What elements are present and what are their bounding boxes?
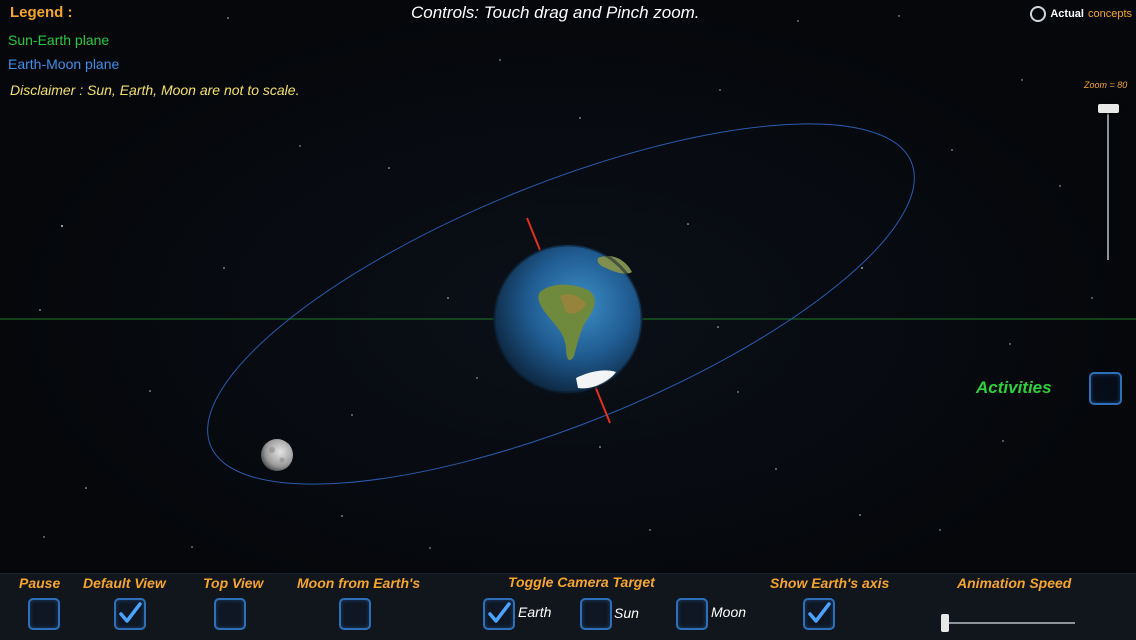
default-view-label: Default View <box>83 575 166 591</box>
activities-checkbox[interactable] <box>1089 372 1122 405</box>
checkmark-icon <box>119 602 142 623</box>
controls-hint: Controls: Touch drag and Pinch zoom. <box>411 3 700 22</box>
actual-concepts-logo-icon <box>1030 6 1047 22</box>
animation-speed-label: Animation Speed <box>957 575 1072 591</box>
camera-target-moon-label: Moon <box>711 604 747 620</box>
legend-title: Legend : <box>10 4 73 21</box>
show-axis-checkbox[interactable] <box>803 598 835 630</box>
zoom-slider-thumb[interactable] <box>1098 104 1119 113</box>
activities-label: Activities <box>976 378 1052 397</box>
camera-target-earth-label: Earth <box>518 604 552 620</box>
3d-viewport[interactable]: Legend : Sun-Earth plane Earth-Moon plan… <box>0 0 1136 573</box>
moon-sphere[interactable] <box>261 439 293 471</box>
moon-from-earth-label: Moon from Earth's <box>297 575 421 591</box>
zoom-label: Zoom = 80 <box>1084 80 1128 90</box>
show-axis-label: Show Earth's axis <box>770 575 890 591</box>
legend-earth-moon-plane: Earth-Moon plane <box>8 56 120 72</box>
pause-checkbox[interactable] <box>28 598 60 630</box>
legend-sun-earth-plane: Sun-Earth plane <box>8 32 110 48</box>
brand-name-rest: concepts <box>1087 8 1132 20</box>
checkmark-icon <box>488 602 511 623</box>
checkmark-icon <box>808 602 831 623</box>
camera-target-sun-checkbox[interactable] <box>580 598 612 630</box>
disclaimer: Disclaimer : Sun, Earth, Moon are not to… <box>10 82 300 98</box>
camera-target-sun-label: Sun <box>614 605 639 621</box>
camera-target-earth-checkbox[interactable] <box>483 598 515 630</box>
animation-speed-slider-track[interactable] <box>945 622 1075 624</box>
earth-globe[interactable] <box>492 243 644 395</box>
moon-from-earth-checkbox[interactable] <box>339 598 371 630</box>
pause-label: Pause <box>19 575 61 591</box>
zoom-slider-track[interactable] <box>1107 104 1109 260</box>
brand-logo[interactable]: Actual concepts <box>1030 6 1132 22</box>
top-view-label: Top View <box>203 575 264 591</box>
camera-target-moon-checkbox[interactable] <box>676 598 708 630</box>
default-view-checkbox[interactable] <box>114 598 146 630</box>
camera-target-label: Toggle Camera Target <box>508 574 655 590</box>
animation-speed-slider-thumb[interactable] <box>941 614 949 632</box>
top-view-checkbox[interactable] <box>214 598 246 630</box>
brand-name-bold: Actual <box>1050 8 1084 20</box>
